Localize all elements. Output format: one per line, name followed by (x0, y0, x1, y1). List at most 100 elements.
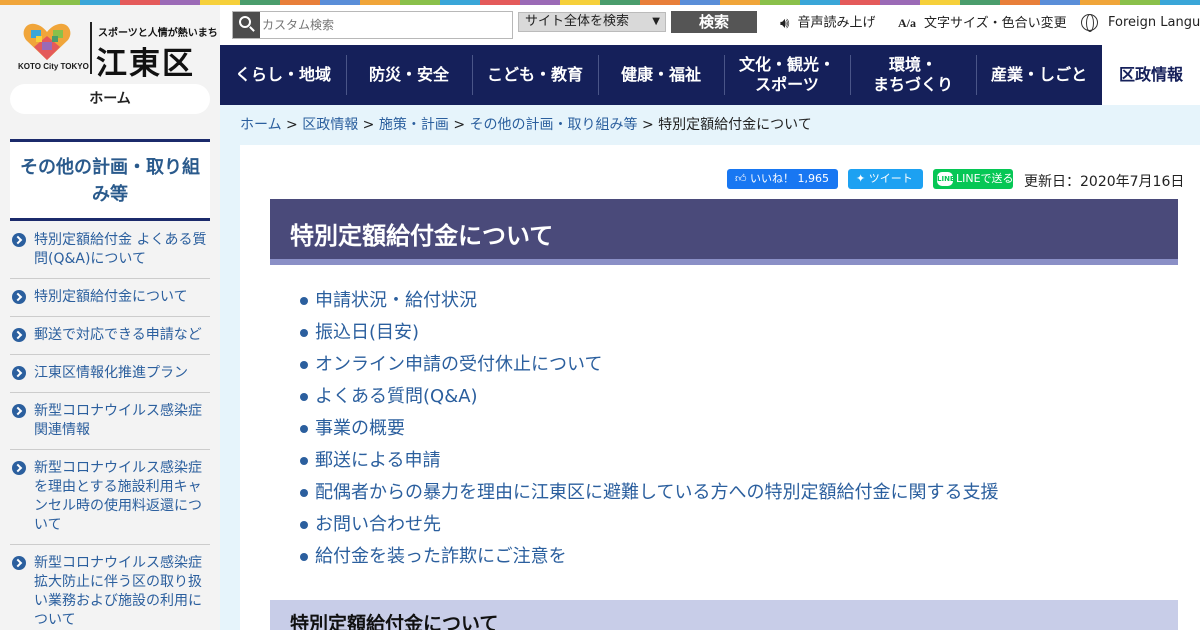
sidebar-item-label[interactable]: 新型コロナウイルス感染症拡大防止に伴う区の取り扱い業務および施設の利用について (34, 555, 202, 628)
breadcrumb-link[interactable]: ホーム (240, 117, 282, 133)
home-button[interactable]: ホーム (10, 84, 210, 114)
sidebar-list: 特別定額給付金 よくある質問(Q&A)について 特別定額給付金について 郵送で対… (10, 222, 210, 630)
search-scope-select[interactable]: サイト全体を検索 ▼ (518, 12, 666, 32)
toc-link[interactable]: 事業の概要 (300, 416, 998, 448)
toc-link-label[interactable]: 給付金を装った詐欺にご注意を (315, 546, 567, 567)
toc-link[interactable]: お問い合わせ先 (300, 512, 998, 544)
nav-item-sangyo[interactable]: 産業・しごと (976, 45, 1102, 105)
logo-divider (90, 22, 92, 74)
bullet-icon (300, 553, 308, 561)
speech-button[interactable]: 🔊︎ 音声読み上げ (780, 12, 875, 34)
sidebar-item[interactable]: 江東区情報化推進プラン (10, 355, 210, 393)
nav-item-kankyo[interactable]: 環境・ まちづくり (850, 45, 976, 105)
logo-tagline: スポーツと人情が熱いまち (98, 28, 218, 39)
search-button[interactable]: 検索 (671, 11, 757, 33)
rainbow-segment (920, 0, 960, 5)
rainbow-segment (600, 0, 640, 5)
tweet-button[interactable]: ✦ ツイート (848, 169, 923, 189)
updated-date: 更新日：2020年7月16日 (1024, 174, 1185, 190)
foreign-language-label: Foreign Language (1108, 15, 1200, 30)
facebook-like-button[interactable]: 👍︎ いいね！ 1,965 (727, 169, 838, 189)
breadcrumb: ホーム > 区政情報 > 施策・計画 > その他の計画・取り組み等 > 特別定額… (240, 114, 812, 134)
sidebar-heading: その他の計画・取り組み等 (10, 139, 210, 221)
breadcrumb-link[interactable]: その他の計画・取り組み等 (470, 117, 638, 133)
sidebar-item[interactable]: 特別定額給付金について (10, 279, 210, 317)
nav-item-kenkou[interactable]: 健康・福祉 (598, 45, 724, 105)
nav-item-kodomo[interactable]: こども・教育 (472, 45, 598, 105)
rainbow-segment (320, 0, 360, 5)
page-title: 特別定額給付金について (290, 222, 554, 250)
breadcrumb-link[interactable]: 区政情報 (302, 117, 358, 133)
toc-link-label[interactable]: 申請状況・給付状況 (315, 290, 477, 311)
sidebar-item-label[interactable]: 特別定額給付金 よくある質問(Q&A)について (34, 232, 206, 267)
speech-label: 音声読み上げ (797, 15, 876, 31)
global-nav: くらし・地域 防災・安全 こども・教育 健康・福祉 文化・観光・ スポーツ 環境… (220, 45, 1200, 105)
sidebar-item-label[interactable]: 新型コロナウイルス感染症を理由とする施設利用キャンセル時の使用料返還について (34, 460, 202, 533)
arrow-right-icon (12, 366, 26, 380)
nav-item-bunka[interactable]: 文化・観光・ スポーツ (724, 45, 850, 105)
toc-link[interactable]: 振込日(目安) (300, 320, 998, 352)
breadcrumb-separator: > (358, 117, 379, 133)
toc-link-label[interactable]: 配偶者からの暴力を理由に江東区に避難している方への特別定額給付金に関する支援 (315, 482, 998, 503)
rainbow-segment (480, 0, 520, 5)
sidebar-item-label[interactable]: 特別定額給付金について (34, 289, 188, 305)
rainbow-segment (680, 0, 720, 5)
sidebar-item-label[interactable]: 江東区情報化推進プラン (34, 365, 188, 381)
toc-link-label[interactable]: 事業の概要 (315, 418, 405, 439)
toc-link[interactable]: 申請状況・給付状況 (300, 288, 998, 320)
thumbs-up-icon: 👍︎ (735, 172, 747, 185)
arrow-right-icon (12, 290, 26, 304)
text-size-button[interactable]: A/a 文字サイズ・色合い変更 (898, 12, 1067, 34)
bullet-icon (300, 361, 308, 369)
nav-item-bousai[interactable]: 防災・安全 (346, 45, 472, 105)
rainbow-segment (960, 0, 1000, 5)
sidebar-item-label[interactable]: 郵送で対応できる申請など (34, 327, 202, 343)
rainbow-segment (840, 0, 880, 5)
logo-english: KOTO City TOKYO (18, 62, 89, 71)
line-share-button[interactable]: LINELINEで送る (933, 169, 1014, 189)
toc-link[interactable]: 給付金を装った詐欺にご注意を (300, 544, 998, 576)
section-heading-bar: 特別定額給付金について (270, 600, 1178, 630)
toc-link-label[interactable]: 郵送による申請 (315, 450, 440, 471)
bullet-icon (300, 489, 308, 497)
search-box (232, 11, 513, 39)
toc-link[interactable]: 配偶者からの暴力を理由に江東区に避難している方への特別定額給付金に関する支援 (300, 480, 998, 512)
logo-name: 江東区 (96, 46, 195, 82)
rainbow-segment (1160, 0, 1200, 5)
toc-link[interactable]: オンライン申請の受付休止について (300, 352, 998, 384)
rainbow-segment (1040, 0, 1080, 5)
rainbow-segment (880, 0, 920, 5)
rainbow-segment (720, 0, 760, 5)
site-logo[interactable]: KOTO City TOKYO スポーツと人情が熱いまち 江東区 (18, 20, 218, 82)
search-scope-value: サイト全体を検索 (525, 14, 630, 29)
rainbow-segment (440, 0, 480, 5)
rainbow-segment (360, 0, 400, 5)
table-of-contents: 申請状況・給付状況 振込日(目安) オンライン申請の受付休止について よくある質… (300, 288, 998, 576)
bullet-icon (300, 457, 308, 465)
toc-link-label[interactable]: よくある質問(Q&A) (315, 386, 478, 407)
twitter-bird-icon: ✦ (856, 172, 866, 185)
search-input[interactable] (262, 14, 507, 36)
toc-link[interactable]: よくある質問(Q&A) (300, 384, 998, 416)
sidebar-item[interactable]: 新型コロナウイルス感染症を理由とする施設利用キャンセル時の使用料返還について (10, 450, 210, 545)
sidebar-item[interactable]: 郵送で対応できる申請など (10, 317, 210, 355)
breadcrumb-link[interactable]: 施策・計画 (379, 117, 449, 133)
rainbow-segment (560, 0, 600, 5)
page-title-bar: 特別定額給付金について (270, 199, 1178, 265)
sidebar-item[interactable]: 新型コロナウイルス感染症関連情報 (10, 393, 210, 450)
breadcrumb-separator: > (637, 117, 659, 133)
foreign-language-button[interactable]: Foreign Language (1081, 12, 1200, 34)
bullet-icon (300, 297, 308, 305)
rainbow-segment (1080, 0, 1120, 5)
toc-link[interactable]: 郵送による申請 (300, 448, 998, 480)
sidebar-item[interactable]: 新型コロナウイルス感染症拡大防止に伴う区の取り扱い業務および施設の利用について (10, 545, 210, 630)
toc-link-label[interactable]: お問い合わせ先 (315, 514, 441, 535)
toc-link-label[interactable]: オンライン申請の受付休止について (315, 354, 602, 375)
nav-item-kurashi[interactable]: くらし・地域 (220, 45, 346, 105)
nav-item-kusei[interactable]: 区政情報 (1102, 45, 1200, 105)
line-icon: LINE (937, 172, 955, 186)
line-share-label: LINEで送る (956, 172, 1014, 185)
toc-link-label[interactable]: 振込日(目安) (315, 322, 419, 343)
sidebar-item[interactable]: 特別定額給付金 よくある質問(Q&A)について (10, 222, 210, 279)
sidebar-item-label[interactable]: 新型コロナウイルス感染症関連情報 (34, 403, 202, 438)
